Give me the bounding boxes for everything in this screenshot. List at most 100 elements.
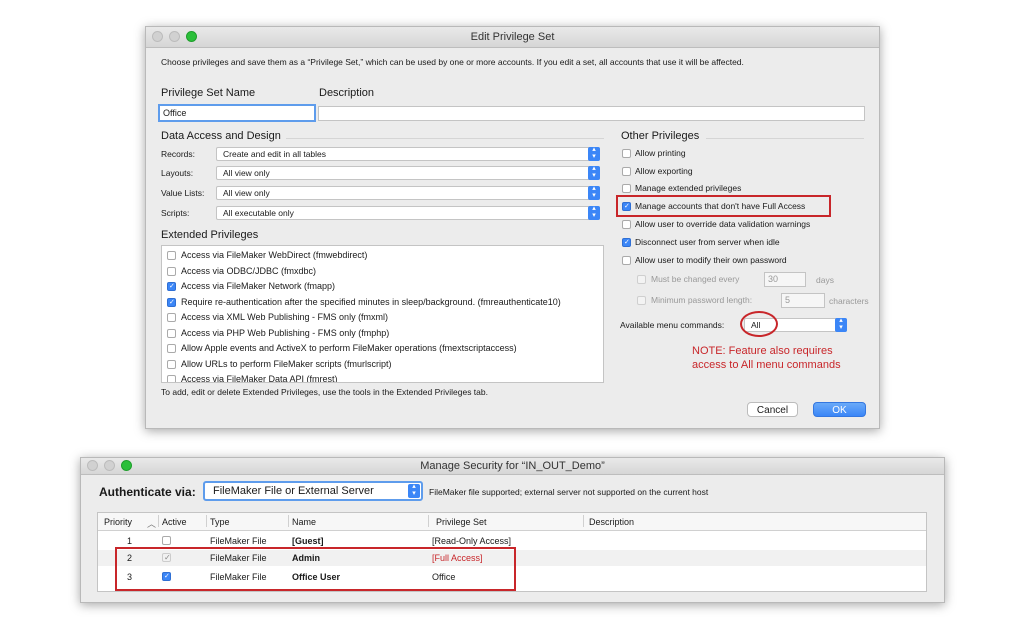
extended-checkbox[interactable]	[167, 344, 176, 353]
extended-checkbox[interactable]	[167, 359, 176, 369]
close-window-button[interactable]	[87, 460, 98, 471]
authenticate-chevron-icon: ▴ ▾	[408, 483, 420, 498]
privilege-set-name-field[interactable]: Office	[158, 104, 316, 122]
edit-privilege-set-dialog: Edit Privilege Set Choose privileges and…	[145, 26, 880, 429]
extended-checkbox[interactable]	[167, 266, 176, 276]
allow-exporting-checkbox[interactable]	[622, 167, 631, 176]
modify-password-checkbox[interactable]	[622, 256, 631, 265]
disconnect-idle-checkbox[interactable]	[622, 238, 631, 247]
override-validation-checkbox[interactable]	[622, 220, 631, 229]
list-item[interactable]: Access via PHP Web Publishing - FMS only…	[162, 326, 603, 342]
extended-checkbox[interactable]	[167, 297, 176, 307]
menu-commands-highlight	[740, 311, 778, 337]
allow-printing-label: Allow printing	[635, 148, 686, 158]
window-controls	[152, 31, 197, 42]
min-length-checkbox[interactable]	[637, 296, 646, 305]
dialog-intro-text: Choose privileges and save them as a “Pr…	[161, 57, 744, 67]
col-divider	[288, 515, 289, 527]
extended-checkbox[interactable]	[167, 328, 176, 338]
authenticate-note: FileMaker file supported; external serve…	[429, 487, 709, 497]
must-change-label: Must be changed every	[651, 274, 740, 284]
col-privilege-set[interactable]: Privilege Set	[436, 517, 487, 527]
extended-checkbox[interactable]	[167, 375, 176, 382]
layouts-chevron-icon: ▴ ▾	[588, 165, 600, 180]
col-description[interactable]: Description	[589, 517, 634, 527]
authenticate-label: Authenticate via:	[99, 485, 196, 499]
allow-exporting-label: Allow exporting	[635, 166, 693, 176]
scripts-select-value: All executable only	[223, 208, 294, 218]
manage-extended-checkbox[interactable]	[622, 184, 631, 193]
records-select[interactable]: Create and edit in all tables ▴ ▾	[216, 146, 600, 161]
extended-checkbox[interactable]	[167, 313, 176, 322]
days-label: days	[816, 275, 834, 285]
description-label: Description	[319, 87, 375, 99]
dialog-titlebar: Edit Privilege Set	[146, 27, 879, 48]
value-lists-select[interactable]: All view only ▴ ▾	[216, 185, 600, 200]
override-validation-label: Allow user to override data validation w…	[635, 219, 811, 229]
extended-label: Access via FileMaker Data API (fmrest)	[181, 374, 338, 383]
row-priority: 1	[127, 536, 133, 546]
security-titlebar: Manage Security for “IN_OUT_Demo”	[81, 458, 944, 475]
zoom-window-button[interactable]	[121, 460, 132, 471]
scripts-select[interactable]: All executable only ▴ ▾	[216, 205, 600, 220]
extended-label: Access via FileMaker WebDirect (fmwebdir…	[181, 250, 368, 260]
extended-label: Access via XML Web Publishing - FMS only…	[181, 312, 389, 322]
list-item[interactable]: Allow Apple events and ActiveX to perfor…	[162, 341, 603, 357]
col-name[interactable]: Name	[292, 517, 316, 527]
layouts-select[interactable]: All view only ▴ ▾	[216, 165, 600, 180]
records-select-value: Create and edit in all tables	[223, 149, 327, 159]
other-privileges-divider	[706, 138, 864, 139]
list-item[interactable]: Access via FileMaker Network (fmapp)	[162, 279, 603, 295]
records-label: Records:	[161, 149, 196, 159]
must-change-checkbox[interactable]	[637, 275, 646, 284]
list-item[interactable]: Access via XML Web Publishing - FMS only…	[162, 310, 603, 326]
ok-button[interactable]: OK	[813, 402, 866, 417]
col-divider	[583, 515, 584, 527]
extended-privileges-list[interactable]: Access via FileMaker WebDirect (fmwebdir…	[161, 245, 604, 383]
extended-checkbox[interactable]	[167, 282, 176, 291]
privilege-set-name-label: Privilege Set Name	[161, 87, 256, 99]
cancel-button[interactable]: Cancel	[747, 402, 798, 417]
disconnect-idle-label: Disconnect user from server when idle	[635, 237, 780, 247]
min-length-field[interactable]: 5	[781, 293, 825, 308]
col-active[interactable]: Active	[162, 517, 187, 527]
extended-label: Access via ODBC/JDBC (fmxdbc)	[181, 265, 317, 276]
close-window-button[interactable]	[152, 31, 163, 42]
must-change-days-field[interactable]: 30	[764, 272, 806, 287]
note-line-1: NOTE: Feature also requires	[692, 345, 833, 357]
layouts-label: Layouts:	[161, 168, 194, 178]
data-access-heading: Data Access and Design	[161, 130, 281, 142]
description-field[interactable]	[318, 106, 865, 121]
authenticate-select[interactable]: FileMaker File or External Server ▴ ▾	[203, 481, 423, 501]
extended-label: Access via FileMaker Network (fmapp)	[181, 281, 336, 291]
list-item[interactable]: Access via FileMaker WebDirect (fmwebdir…	[162, 248, 603, 264]
scripts-chevron-icon: ▴ ▾	[588, 205, 600, 220]
sort-chevron-icon: ︿	[147, 519, 157, 529]
row-active-checkbox[interactable]	[162, 536, 171, 545]
list-item[interactable]: Require re-authentication after the spec…	[162, 295, 603, 311]
layouts-select-value: All view only	[223, 168, 270, 178]
extended-privileges-heading: Extended Privileges	[161, 229, 259, 241]
modify-password-label: Allow user to modify their own password	[635, 255, 787, 265]
col-type[interactable]: Type	[210, 517, 230, 527]
row-type: FileMaker File	[210, 536, 267, 546]
zoom-window-button[interactable]	[186, 31, 197, 42]
allow-printing-checkbox[interactable]	[622, 149, 631, 158]
minimize-window-button[interactable]	[169, 31, 180, 42]
list-item[interactable]: Access via ODBC/JDBC (fmxdbc)	[162, 264, 603, 280]
scripts-label: Scripts:	[161, 208, 190, 218]
extended-checkbox[interactable]	[167, 251, 176, 260]
value-lists-label: Value Lists:	[161, 188, 205, 198]
extended-label: Access via PHP Web Publishing - FMS only…	[181, 327, 390, 338]
list-item[interactable]: Allow URLs to perform FileMaker scripts …	[162, 357, 603, 373]
manage-security-window: Manage Security for “IN_OUT_Demo” Authen…	[80, 457, 945, 603]
data-access-divider	[286, 138, 604, 139]
minimize-window-button[interactable]	[104, 460, 115, 471]
other-privileges-heading: Other Privileges	[621, 130, 700, 142]
extended-label: Require re-authentication after the spec…	[181, 296, 561, 307]
list-item[interactable]: Access via FileMaker Data API (fmrest)	[162, 372, 603, 383]
col-priority[interactable]: Priority	[104, 517, 132, 527]
accounts-highlight	[115, 547, 516, 591]
extended-note: To add, edit or delete Extended Privileg…	[161, 387, 488, 397]
window-controls	[87, 460, 132, 471]
